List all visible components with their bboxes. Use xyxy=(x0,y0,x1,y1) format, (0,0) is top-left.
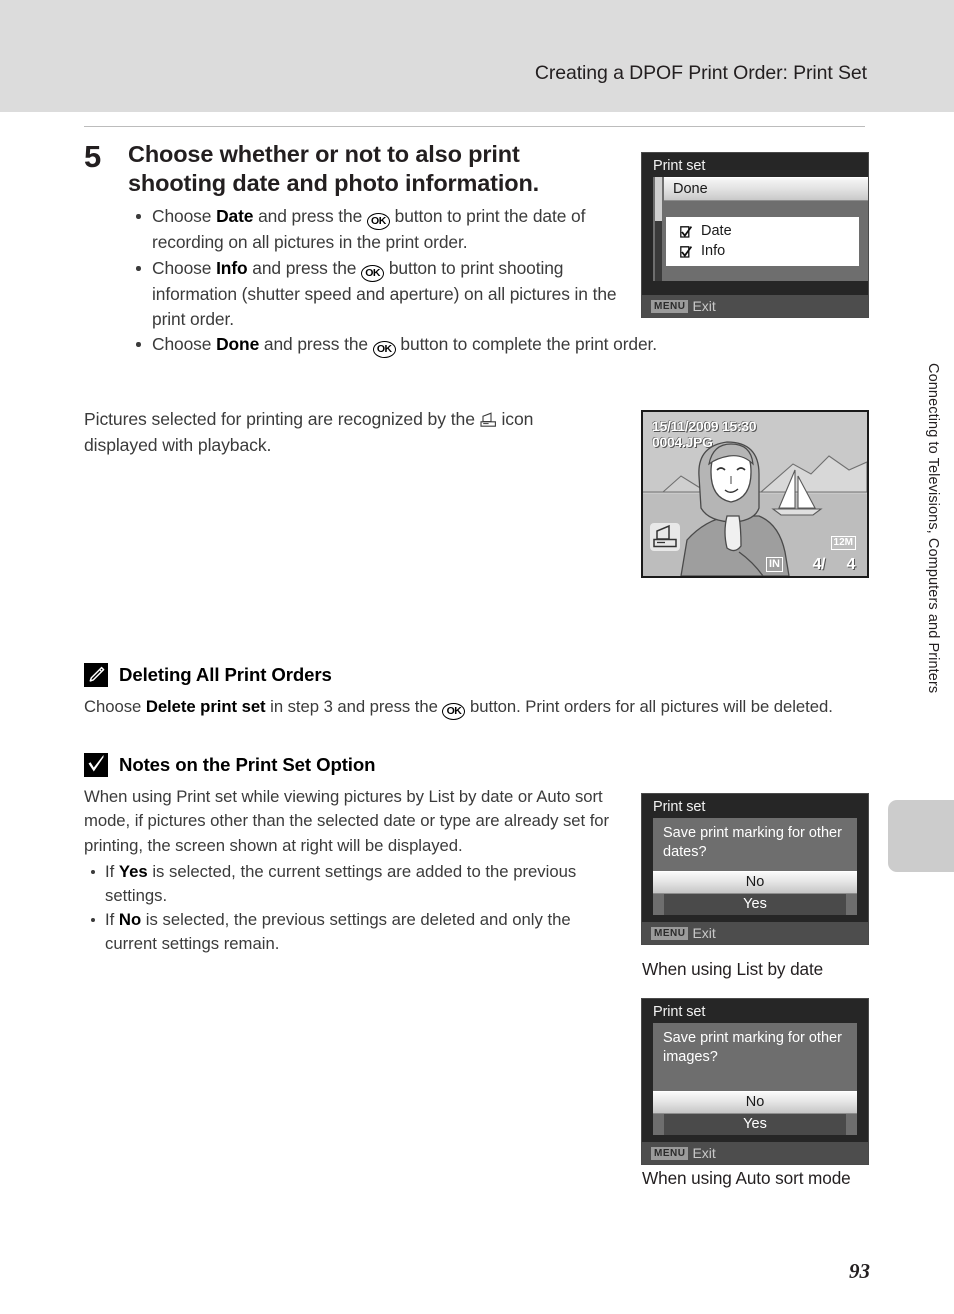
scrollbar-track[interactable] xyxy=(655,177,662,281)
screen-title: Print set xyxy=(653,158,706,174)
photo-filename: 0004.JPG xyxy=(652,434,713,451)
note-text-post: button. Print orders for all pictures wi… xyxy=(465,697,833,717)
scrollbar-thumb[interactable] xyxy=(655,177,662,221)
note-header: Deleting All Print Orders xyxy=(84,663,865,688)
screen-title: Print set xyxy=(653,1004,706,1020)
step-heading: Choose whether or not to also print shoo… xyxy=(128,141,540,196)
step-bullet-done: Choose Done and press the OK button to c… xyxy=(128,332,865,359)
step-number: 5 xyxy=(84,139,102,174)
check-icon xyxy=(84,753,108,778)
section-tab-label: Connecting to Televisions, Computers and… xyxy=(925,363,941,694)
menu-area: Done Date Info xyxy=(653,177,868,281)
checkbox-checked-icon xyxy=(680,245,693,258)
camera-screen-print-set-menu: Print set Done Date Info MENU Exit xyxy=(641,152,869,318)
frame-total: 4 xyxy=(846,556,856,573)
note-bullet-post: is selected, the previous settings are d… xyxy=(105,910,571,954)
note-title: Deleting All Print Orders xyxy=(119,664,332,686)
note-bullet-bold: No xyxy=(118,910,142,930)
bullet-text-mid: and press the xyxy=(259,334,373,355)
page-header-band xyxy=(0,0,954,112)
screen-footer: MENU Exit xyxy=(642,1142,868,1164)
bullet-text-mid: and press the xyxy=(253,206,367,227)
note-bullet-pre: If xyxy=(105,861,119,881)
screen-title: Print set xyxy=(653,799,706,815)
caption-auto-sort: When using Auto sort mode xyxy=(642,1168,851,1188)
step-bullet-info: Choose Info and press the OK button to p… xyxy=(128,256,646,331)
note-bullet-post: is selected, the current settings are ad… xyxy=(105,861,577,905)
playback-recognition-paragraph: Pictures selected for printing are recog… xyxy=(84,407,604,458)
photo-date: 15/11/2009 15:30 xyxy=(652,418,757,434)
dialog-choices: No Yes xyxy=(653,871,857,915)
checkbox-checked-icon xyxy=(680,225,693,238)
menu-item-done[interactable]: Done xyxy=(664,177,868,201)
dialog-choices: No Yes xyxy=(653,1091,857,1135)
checkbox-label: Info xyxy=(701,243,726,260)
exit-label: Exit xyxy=(692,1145,716,1161)
dialog-option-yes[interactable]: Yes xyxy=(664,1114,846,1135)
camera-screen-dialog-auto-sort: Print set Save print marking for other i… xyxy=(641,998,869,1165)
note-bullet-no: If No is selected, the previous settings… xyxy=(84,908,627,956)
pencil-icon xyxy=(84,663,108,688)
note-title: Notes on the Print Set Option xyxy=(119,754,376,776)
menu-button-badge[interactable]: MENU xyxy=(651,926,689,940)
menu-button-badge[interactable]: MENU xyxy=(651,299,689,313)
dialog-option-no[interactable]: No xyxy=(653,871,857,894)
bullet-text-bold: Info xyxy=(216,258,248,279)
checkbox-label: Date xyxy=(701,223,732,239)
note-text-mid: in step 3 and press the xyxy=(265,697,443,717)
bullet-text-pre: Choose xyxy=(152,258,217,279)
note-deleting-all-print-orders: Deleting All Print Orders Choose Delete … xyxy=(84,663,865,721)
dialog-option-no[interactable]: No xyxy=(653,1091,857,1114)
dpof-print-icon xyxy=(480,410,497,428)
image-size-badge: 12M xyxy=(830,536,856,550)
screen-footer: MENU Exit xyxy=(642,295,868,317)
menu-button-badge[interactable]: MENU xyxy=(651,1146,689,1160)
note-bullet-pre: If xyxy=(105,910,119,930)
section-tab-marker xyxy=(888,800,954,872)
ok-button-icon: OK xyxy=(442,703,466,721)
dialog-option-yes[interactable]: Yes xyxy=(664,894,846,915)
note-bullet-yes: If Yes is selected, the current settings… xyxy=(84,860,627,908)
note-body: Choose Delete print set in step 3 and pr… xyxy=(84,695,844,721)
exit-label: Exit xyxy=(692,925,716,941)
note-header: Notes on the Print Set Option xyxy=(84,753,865,778)
ok-button-icon: OK xyxy=(361,265,385,283)
page-number: 93 xyxy=(849,1259,870,1283)
note-body: When using Print set while viewing pictu… xyxy=(84,787,610,855)
note-bullet-bold: Yes xyxy=(118,861,148,881)
screen-footer: MENU Exit xyxy=(642,922,868,944)
exit-label: Exit xyxy=(692,298,716,314)
memory-badge: IN xyxy=(766,557,783,572)
camera-screen-dialog-list-by-date: Print set Save print marking for other d… xyxy=(641,793,869,945)
caption-list-by-date: When using List by date xyxy=(642,959,824,979)
frame-current: 4/ xyxy=(812,556,826,573)
note-text-pre: Choose xyxy=(84,697,146,717)
note-text-bold: Delete print set xyxy=(145,697,266,717)
bullet-text-bold: Done xyxy=(216,334,260,355)
page-title: Creating a DPOF Print Order: Print Set xyxy=(534,62,867,84)
checkbox-item-date[interactable]: Date xyxy=(666,221,859,241)
camera-screen-playback: 15/11/2009 15:30 0004.JPG IN 4/ 4 12M xyxy=(641,410,869,578)
dpof-print-icon xyxy=(650,523,680,551)
bullet-text-mid: and press the xyxy=(247,258,362,279)
photo-info-stamp: 15/11/2009 15:30 0004.JPG xyxy=(652,418,757,451)
ok-button-icon: OK xyxy=(372,341,396,359)
bullet-text-pre: Choose xyxy=(152,206,217,227)
ok-button-icon: OK xyxy=(366,213,390,231)
bullet-text-post: button to complete the print order. xyxy=(395,334,657,355)
paragraph-text-pre: Pictures selected for printing are recog… xyxy=(84,409,480,430)
bullet-text-bold: Date xyxy=(216,206,254,227)
header-divider xyxy=(84,126,865,127)
checkbox-item-info[interactable]: Info xyxy=(666,241,859,261)
bullet-text-pre: Choose xyxy=(152,334,217,355)
checkbox-panel: Date Info xyxy=(666,217,859,267)
step-bullet-date: Choose Date and press the OK button to p… xyxy=(128,204,646,255)
